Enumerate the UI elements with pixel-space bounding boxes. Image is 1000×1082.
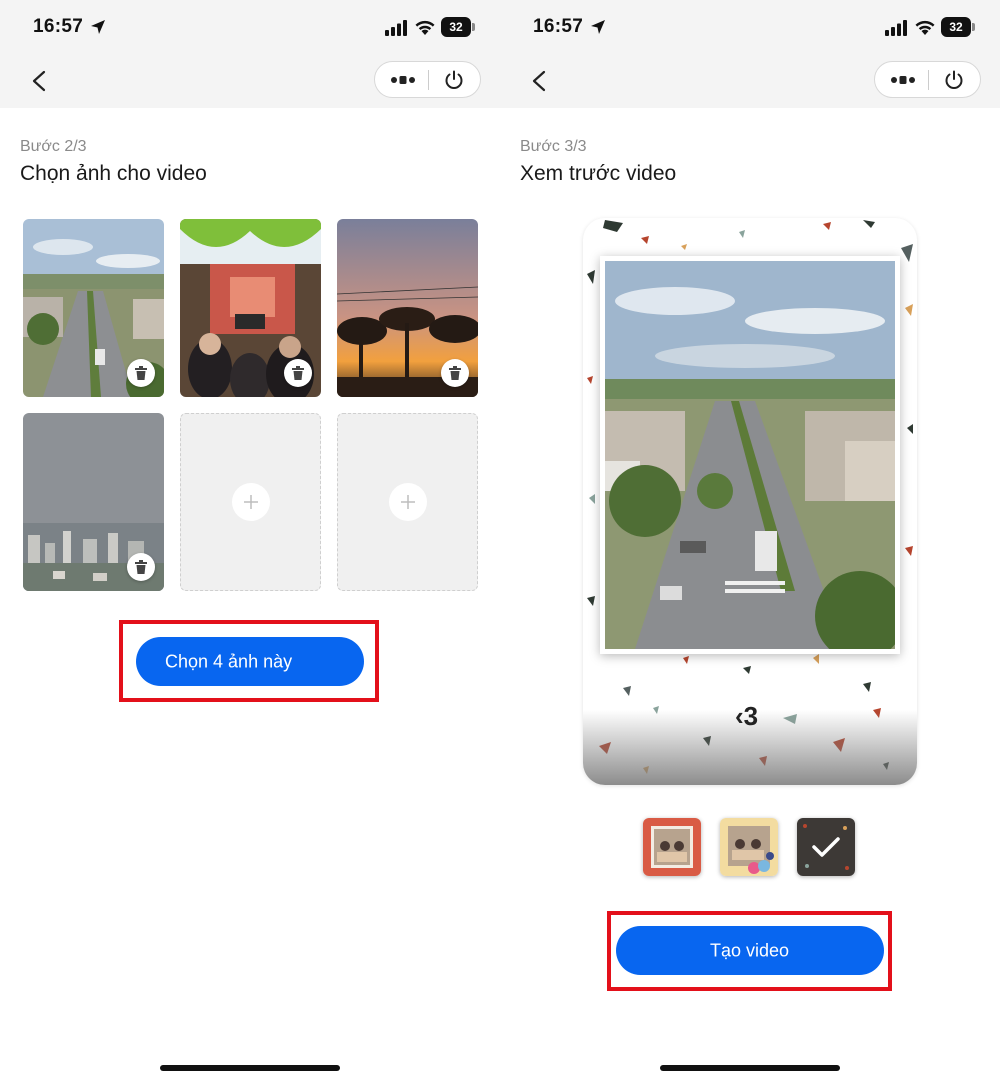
add-photo-button[interactable] bbox=[388, 483, 427, 521]
create-video-label: Tạo video bbox=[710, 940, 790, 960]
top-bar: 16:57 32 bbox=[500, 0, 1000, 108]
battery-level: 32 bbox=[941, 17, 971, 37]
photo-slot-1[interactable] bbox=[23, 219, 164, 397]
battery-level: 32 bbox=[441, 17, 471, 37]
close-miniapp-icon[interactable] bbox=[443, 69, 465, 91]
screen-step-3: 16:57 32 Bước 3/3 Xem trước video ‹3 Tạo… bbox=[500, 0, 1000, 1082]
more-options-icon[interactable] bbox=[890, 73, 916, 87]
photo-slot-4[interactable] bbox=[23, 413, 164, 591]
template-yellow-thumbnail bbox=[720, 818, 778, 876]
step-indicator: Bước 3/3 bbox=[520, 138, 587, 155]
more-options-icon[interactable] bbox=[390, 73, 416, 87]
close-miniapp-icon[interactable] bbox=[943, 69, 965, 91]
status-time: 16:57 bbox=[533, 16, 584, 37]
battery-indicator: 32 bbox=[441, 17, 475, 37]
photo-slot-3[interactable] bbox=[337, 219, 478, 397]
plus-icon bbox=[243, 495, 258, 509]
step-indicator: Bước 2/3 bbox=[20, 138, 87, 155]
wifi-icon bbox=[415, 20, 435, 35]
screen-step-2: 16:57 32 Bước 2/3 Chọn ảnh cho video Chọ… bbox=[0, 0, 500, 1082]
delete-photo-button[interactable] bbox=[127, 553, 155, 581]
photo-slot-2[interactable] bbox=[180, 219, 321, 397]
confirm-photos-label: Chọn 4 ảnh này bbox=[165, 651, 293, 671]
miniapp-capsule bbox=[374, 61, 481, 98]
wifi-icon bbox=[915, 20, 935, 35]
delete-photo-button[interactable] bbox=[441, 359, 469, 387]
trash-icon bbox=[292, 366, 304, 380]
home-indicator bbox=[160, 1065, 340, 1071]
add-photo-slot[interactable] bbox=[337, 413, 478, 591]
template-yellow-frame[interactable] bbox=[720, 818, 778, 876]
cellular-signal-icon bbox=[385, 20, 407, 36]
add-photo-button[interactable] bbox=[231, 483, 270, 521]
template-terrazzo-thumbnail bbox=[797, 818, 855, 876]
top-bar: 16:57 32 bbox=[0, 0, 500, 108]
trash-icon bbox=[449, 366, 461, 380]
page-title: Xem trước video bbox=[520, 162, 677, 185]
confirm-photos-button[interactable]: Chọn 4 ảnh này bbox=[136, 637, 364, 686]
countdown-indicator: ‹3 bbox=[735, 701, 759, 731]
video-preview[interactable]: ‹3 bbox=[583, 218, 917, 785]
cellular-signal-icon bbox=[885, 20, 907, 36]
template-red-frame[interactable] bbox=[643, 818, 701, 876]
trash-icon bbox=[135, 560, 147, 574]
back-chevron-icon[interactable] bbox=[526, 66, 552, 96]
home-indicator bbox=[660, 1065, 840, 1071]
template-terrazzo[interactable] bbox=[797, 818, 855, 876]
status-time: 16:57 bbox=[33, 16, 84, 37]
preview-photo bbox=[605, 261, 895, 649]
back-chevron-icon[interactable] bbox=[26, 66, 52, 96]
location-arrow-icon bbox=[591, 20, 605, 34]
page-title: Chọn ảnh cho video bbox=[20, 162, 207, 185]
trash-icon bbox=[135, 366, 147, 380]
plus-icon bbox=[400, 495, 415, 509]
location-arrow-icon bbox=[91, 20, 105, 34]
delete-photo-button[interactable] bbox=[284, 359, 312, 387]
create-video-button[interactable]: Tạo video bbox=[616, 926, 884, 975]
delete-photo-button[interactable] bbox=[127, 359, 155, 387]
preview-photo-frame bbox=[600, 256, 900, 654]
battery-indicator: 32 bbox=[941, 17, 975, 37]
add-photo-slot[interactable] bbox=[180, 413, 321, 591]
template-red-thumbnail bbox=[643, 818, 701, 876]
miniapp-capsule bbox=[874, 61, 981, 98]
